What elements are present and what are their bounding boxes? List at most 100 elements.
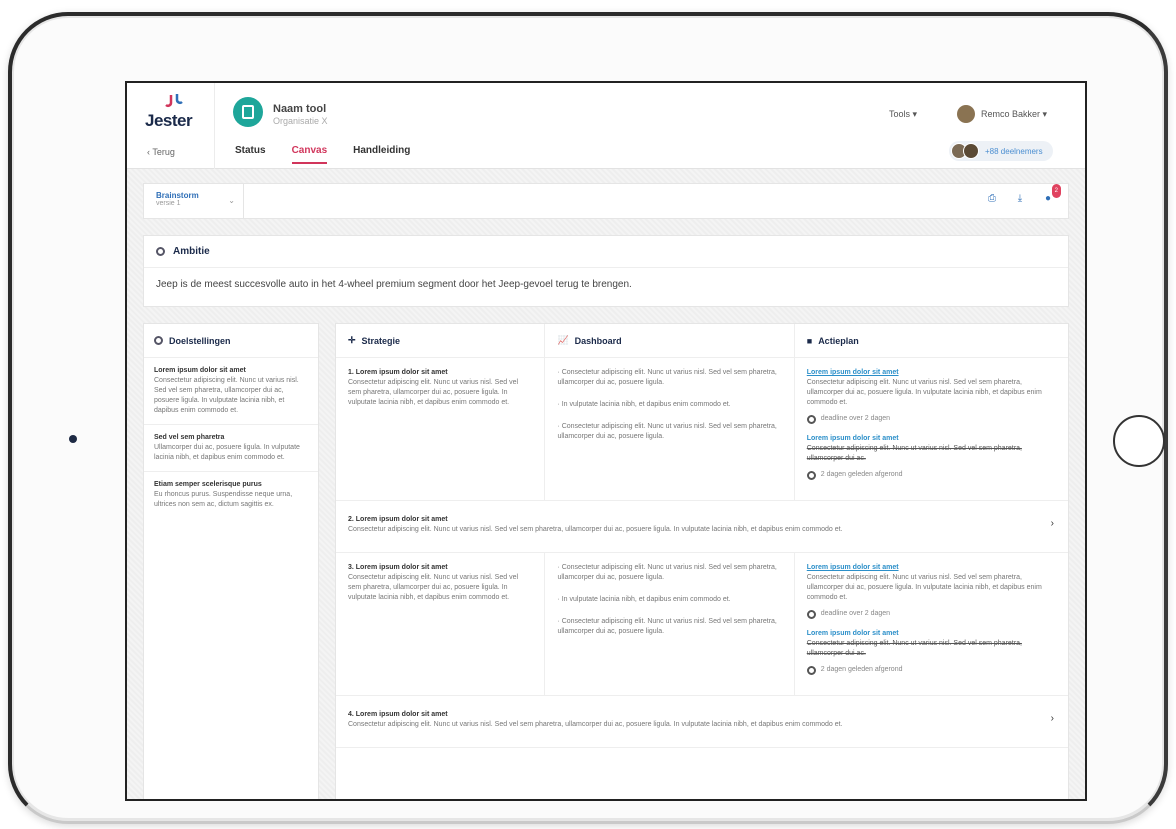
chevron-right-icon[interactable]: ›: [1051, 519, 1054, 529]
tablet-frame: Jester ‹ Terug Naam tool Organisatie X S…: [8, 12, 1168, 824]
deadline-status: deadline over 2 dagen: [806, 609, 1056, 619]
strategie-cell[interactable]: 3. Lorem ipsum dolor sit amet Consectetu…: [336, 553, 546, 695]
strategie-title: Strategie: [361, 335, 401, 346]
deadline-text: deadline over 2 dagen: [820, 415, 891, 422]
dashboard-text: Consectetur adipiscing elit. Nunc ut var…: [557, 618, 777, 635]
ambitie-title: Ambitie: [173, 246, 210, 257]
list-item[interactable]: Sed vel sem pharetra Ullamcorper dui ac,…: [144, 425, 318, 472]
tools-menu[interactable]: Tools ▾: [889, 109, 917, 120]
version-sub: versie 1: [156, 200, 181, 207]
check-circle-icon: [806, 665, 816, 675]
item-text: Ullamcorper dui ac, posuere ligula. In v…: [154, 444, 300, 461]
action-text: Consectetur adipiscing elit. Nunc ut var…: [806, 379, 1042, 406]
collapsed-row[interactable]: 2. Lorem ipsum dolor sit amet Consectetu…: [336, 501, 1068, 553]
item-title: Sed vel sem pharetra: [154, 434, 225, 441]
item-text: Eu rhoncus purus. Suspendisse neque urna…: [154, 491, 293, 508]
list-item[interactable]: Etiam semper scelerisque purus Eu rhoncu…: [144, 472, 318, 518]
dashboard-line: · In vulputate lacinia nibh, et dapibus …: [557, 596, 731, 603]
action-link[interactable]: Lorem ipsum dolor sit amet: [807, 563, 1056, 573]
user-menu[interactable]: Remco Bakker ▾: [957, 105, 1047, 123]
dashboard-cell[interactable]: · Consectetur adipiscing elit. Nunc ut v…: [545, 358, 795, 500]
print-icon[interactable]: ⎙: [986, 193, 998, 205]
deadline-status: deadline over 2 dagen: [806, 414, 1056, 424]
dashboard-text: Consectetur adipiscing elit. Nunc ut var…: [557, 564, 777, 581]
actieplan-title: Actieplan: [818, 335, 859, 346]
app-header: Jester ‹ Terug Naam tool Organisatie X S…: [127, 83, 1085, 169]
avatar: [963, 143, 979, 159]
tab-canvas[interactable]: Canvas: [291, 145, 328, 164]
dashboard-text: In vulputate lacinia nibh, et dapibus en…: [561, 401, 731, 408]
dashboard-line: · In vulputate lacinia nibh, et dapibus …: [557, 401, 731, 408]
dashboard-cell[interactable]: · Consectetur adipiscing elit. Nunc ut v…: [545, 553, 795, 695]
chevron-down-icon[interactable]: ⌄: [228, 196, 235, 205]
user-name[interactable]: Remco Bakker ▾: [981, 109, 1047, 120]
clock-icon: [806, 609, 816, 619]
action-text-done: Consectetur adipiscing elit. Nunc ut var…: [806, 640, 1022, 657]
row-title: 4. Lorem ipsum dolor sit amet: [348, 711, 448, 718]
action-link[interactable]: Lorem ipsum dolor sit amet: [807, 629, 1056, 639]
ambitie-text[interactable]: Jeep is de meest succesvolle auto in het…: [144, 268, 1068, 301]
done-text: 2 dagen geleden afgerond: [820, 471, 903, 478]
jester-logo-icon: [165, 94, 183, 107]
row-text: Consectetur adipiscing elit. Nunc ut var…: [348, 526, 843, 533]
comment-badge: 2: [1051, 184, 1061, 198]
version-select[interactable]: Brainstorm versie 1 ⌄: [144, 184, 244, 218]
target-icon: [154, 336, 163, 345]
comment-icon[interactable]: ● 2: [1042, 184, 1061, 205]
action-link[interactable]: Lorem ipsum dolor sit amet: [807, 368, 1056, 378]
action-text: Consectetur adipiscing elit. Nunc ut var…: [806, 574, 1042, 601]
tool-icon: [233, 97, 263, 127]
camera-icon: [69, 435, 77, 443]
home-button[interactable]: [1113, 415, 1165, 467]
target-icon: [156, 247, 165, 256]
action-link[interactable]: Lorem ipsum dolor sit amet: [807, 434, 1056, 444]
actieplan-cell: Lorem ipsum dolor sit amet Consectetur a…: [795, 553, 1068, 695]
tab-bar: Status Canvas Handleiding: [235, 145, 410, 164]
doelstellingen-header: Doelstellingen: [144, 324, 318, 358]
actieplan-header: ■ Actieplan: [795, 324, 1068, 357]
item-text: Consectetur adipiscing elit. Nunc ut var…: [154, 377, 299, 414]
tab-status[interactable]: Status: [235, 145, 266, 164]
plus-icon: ✛: [348, 335, 356, 345]
collapsed-row[interactable]: 4. Lorem ipsum dolor sit amet Consectetu…: [336, 696, 1068, 748]
action-text-done: Consectetur adipiscing elit. Nunc ut var…: [806, 445, 1022, 462]
document-icon: [242, 105, 254, 119]
tab-handleiding[interactable]: Handleiding: [353, 145, 410, 164]
download-icon[interactable]: ⤓: [1014, 193, 1026, 205]
dashboard-line: · Consectetur adipiscing elit. Nunc ut v…: [557, 618, 777, 635]
ambitie-card: Ambitie Jeep is de meest succesvolle aut…: [143, 235, 1069, 307]
grid-header: ✛ Strategie 📈 Dashboard ■ Actieplan: [336, 324, 1068, 358]
dashboard-text: Consectetur adipiscing elit. Nunc ut var…: [557, 369, 777, 386]
done-status: 2 dagen geleden afgerond: [806, 470, 1056, 480]
ambitie-header: Ambitie: [144, 236, 1068, 268]
dashboard-title: Dashboard: [574, 335, 622, 346]
back-label[interactable]: Terug: [152, 147, 175, 157]
dashboard-header: 📈 Dashboard: [545, 324, 795, 357]
table-row: 3. Lorem ipsum dolor sit amet Consectetu…: [336, 553, 1068, 696]
row-text: Consectetur adipiscing elit. Nunc ut var…: [348, 721, 843, 728]
strategie-header: ✛ Strategie: [336, 324, 546, 357]
dashboard-text: Consectetur adipiscing elit. Nunc ut var…: [557, 423, 777, 440]
app-screen: Jester ‹ Terug Naam tool Organisatie X S…: [125, 81, 1087, 801]
back-link[interactable]: ‹ Terug: [147, 147, 175, 157]
participants-count[interactable]: +88 deelnemers: [985, 147, 1043, 156]
row-title: 2. Lorem ipsum dolor sit amet: [348, 516, 448, 523]
strategy-grid: ✛ Strategie 📈 Dashboard ■ Actieplan 1. Lore…: [335, 323, 1069, 799]
done-text: 2 dagen geleden afgerond: [820, 666, 903, 673]
participants-pill[interactable]: +88 deelnemers: [949, 141, 1053, 161]
strategie-item-title: 3. Lorem ipsum dolor sit amet: [348, 564, 448, 571]
strategie-cell[interactable]: 1. Lorem ipsum dolor sit amet Consectetu…: [336, 358, 546, 500]
dashboard-line: · Consectetur adipiscing elit. Nunc ut v…: [557, 369, 777, 386]
item-title: Etiam semper scelerisque purus: [154, 481, 262, 488]
doelstellingen-column: Doelstellingen Lorem ipsum dolor sit ame…: [143, 323, 319, 799]
avatar: [957, 105, 975, 123]
toolbar-actions: ⎙ ⤓ ● 2: [986, 184, 1061, 205]
tool-name: Naam tool: [273, 103, 327, 115]
version-name[interactable]: Brainstorm: [156, 191, 231, 200]
dashboard-text: In vulputate lacinia nibh, et dapibus en…: [561, 596, 731, 603]
checklist-icon: ■: [806, 335, 813, 346]
chevron-right-icon[interactable]: ›: [1051, 714, 1054, 724]
list-item[interactable]: Lorem ipsum dolor sit amet Consectetur a…: [144, 358, 318, 425]
chart-icon: 📈: [557, 335, 569, 345]
strategie-item-text: Consectetur adipiscing elit. Nunc ut var…: [348, 574, 519, 601]
